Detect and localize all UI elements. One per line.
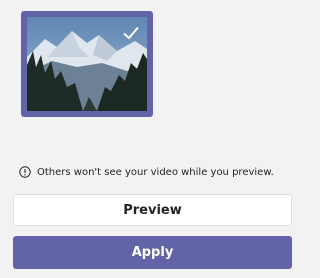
background-thumbnail-selected[interactable] [21, 11, 153, 117]
preview-info-message: Others won't see your video while you pr… [19, 166, 274, 178]
background-effects-panel: Others won't see your video while you pr… [0, 0, 304, 278]
checkmark-icon [123, 26, 139, 40]
apply-button[interactable]: Apply [13, 236, 292, 269]
info-text: Others won't see your video while you pr… [37, 166, 274, 178]
preview-button[interactable]: Preview [13, 194, 292, 226]
info-icon [19, 166, 31, 178]
